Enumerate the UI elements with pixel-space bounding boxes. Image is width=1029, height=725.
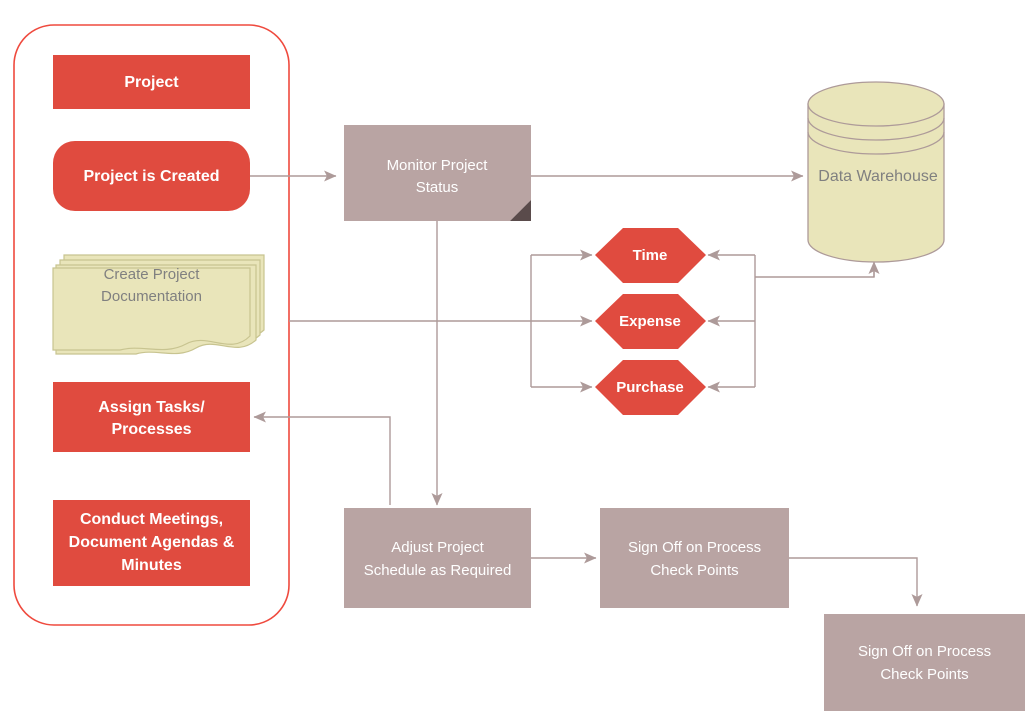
document-sheet-front[interactable] <box>52 267 251 351</box>
node-monitor-project-status[interactable]: Monitor Project Status <box>344 125 531 221</box>
node-adjust-project-schedule[interactable]: Adjust Project Schedule as Required <box>344 508 531 608</box>
cylinder-disc-top <box>807 81 945 127</box>
node-sign-off-check-points-2[interactable]: Sign Off on Process Check Points <box>824 614 1025 711</box>
node-time-shape[interactable] <box>595 228 706 283</box>
node-project[interactable]: Project <box>53 55 250 109</box>
node-create-project-documentation[interactable]: Create Project Documentation <box>52 254 265 355</box>
node-project-is-created[interactable]: Project is Created <box>53 141 250 211</box>
node-sign-off-check-points-shape[interactable] <box>600 508 789 608</box>
node-data-warehouse-body[interactable] <box>807 103 945 263</box>
node-purchase-shape[interactable] <box>595 360 706 415</box>
node-monitor-project-status-shape[interactable] <box>344 125 531 221</box>
node-project-is-created-shape[interactable] <box>53 141 250 211</box>
node-conduct-meetings-shape[interactable] <box>53 500 250 586</box>
node-adjust-project-schedule-shape[interactable] <box>344 508 531 608</box>
node-expense-shape[interactable] <box>595 294 706 349</box>
connector-warehouse-return-horizontal <box>755 269 875 278</box>
node-conduct-meetings[interactable]: Conduct Meetings, Document Agendas & Min… <box>53 500 250 586</box>
node-time[interactable]: Time <box>595 228 706 283</box>
node-purchase[interactable]: Purchase <box>595 360 706 415</box>
node-assign-tasks-shape[interactable] <box>53 382 250 452</box>
node-sign-off-check-points[interactable]: Sign Off on Process Check Points <box>600 508 789 608</box>
node-assign-tasks[interactable]: Assign Tasks/ Processes <box>53 382 250 452</box>
node-sign-off-check-points-2-shape[interactable] <box>824 614 1025 711</box>
connector-adjust-to-assign <box>253 411 391 505</box>
flowchart-diagram: Project Project is Created Create Projec… <box>0 0 1029 725</box>
node-data-warehouse[interactable]: Data Warehouse <box>807 81 945 263</box>
node-project-shape[interactable] <box>53 55 250 109</box>
connector-signoff-to-signoff2 <box>789 557 923 607</box>
node-expense[interactable]: Expense <box>595 294 706 349</box>
